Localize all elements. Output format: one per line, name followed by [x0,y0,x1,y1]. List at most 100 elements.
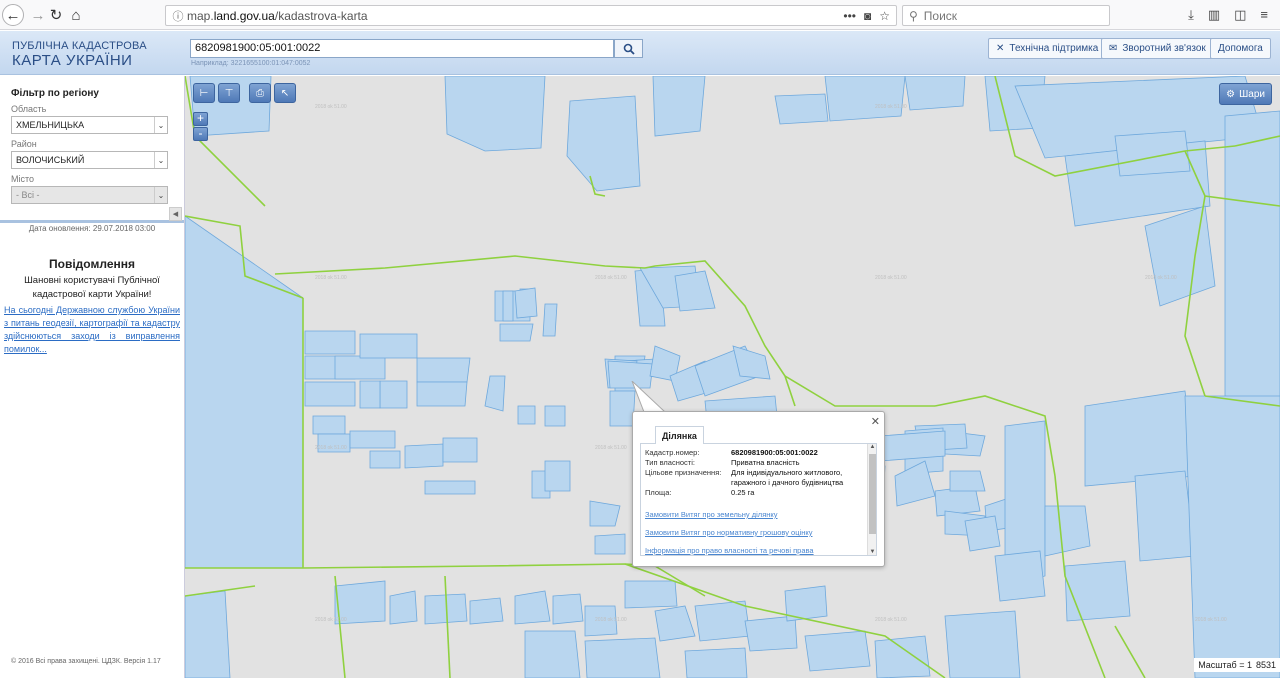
order-extract-link[interactable]: Замовити Витяг про земельну ділянку [641,510,876,519]
menu-icon[interactable]: ≡ [1260,7,1268,23]
field-value: 6820981900:05:001:0022 [731,448,818,457]
support-label: Технічна підтримка [1009,43,1099,54]
scale-label: Масштаб = 1 [1198,660,1252,670]
cadastral-search-input[interactable]: 6820981900:05:001:0022 [190,39,614,58]
help-button[interactable]: Допомога [1210,38,1271,59]
ownership-info-link[interactable]: Інформація про право власності та речові… [641,546,876,555]
feedback-label: Зворотний зв'язок [1122,43,1206,54]
tools-icon: ✕ [996,43,1005,54]
search-icon [623,43,635,55]
search-hint: Наприклад: 3221655100:01:047:0052 [191,60,311,67]
collapse-left-icon[interactable]: ◀ [169,207,182,221]
site-logo[interactable]: ПУБЛІЧНА КАДАСТРОВА КАРТА УКРАЇНИ [12,40,147,69]
sidebar-icon[interactable]: ◫ [1234,7,1246,23]
notice-link[interactable]: На сьогодні Державною службою України з … [4,304,180,356]
scroll-thumb[interactable] [869,454,876,534]
svg-text:2018 ok 51.00: 2018 ok 51.00 [315,445,347,451]
field-label: Кадастр.номер: [645,448,700,457]
svg-text:2018 ok 51.00: 2018 ok 51.00 [1145,275,1177,281]
identify-cursor-icon[interactable]: ↖ [274,83,296,103]
update-date: Дата оновлення: 29.07.2018 03:00 [28,224,156,233]
scroll-down-icon[interactable]: ▼ [868,549,876,555]
scale-value: 8531 [1255,660,1276,670]
back-arrow-icon[interactable]: ← [2,4,24,26]
support-button[interactable]: ✕ Технічна підтримка [988,38,1107,59]
app-header: ПУБЛІЧНА КАДАСТРОВА КАРТА УКРАЇНИ 682098… [0,31,1280,75]
svg-text:2018 ok 51.00: 2018 ok 51.00 [875,617,907,623]
address-bar[interactable]: ⓘ map.land.gov.ua/kadastrova-karta ••• ◙… [165,5,897,26]
print-icon[interactable]: ⎙ [249,83,271,103]
svg-text:2018 ok 51.00: 2018 ok 51.00 [595,617,627,623]
measure-distance-icon[interactable]: ⊢ [193,83,215,103]
city-label: Місто [11,174,35,184]
browser-search-input[interactable]: ⚲ Поиск [902,5,1110,26]
svg-text:2018 ok 51.00: 2018 ok 51.00 [875,104,907,110]
popup-pointer [631,381,667,413]
browser-toolbar: ← → ↻ ⌂ ⓘ map.land.gov.ua/kadastrova-kar… [0,0,1280,30]
svg-text:2018 ok 51.00: 2018 ok 51.00 [595,275,627,281]
info-icon[interactable]: ⓘ [169,8,187,24]
row-purpose: Цільове призначення: Для індивідуального… [641,468,876,488]
copyright: © 2016 Всі права захищені. ЦДЗК. Версія … [11,658,161,665]
more-icon[interactable]: ••• [843,9,856,23]
download-icon[interactable]: ⤓ [1188,7,1194,23]
field-value: Приватна власність [731,458,800,467]
svg-text:2018 ok 51.00: 2018 ok 51.00 [595,445,627,451]
map-scale: Масштаб = 1 8531 [1194,658,1280,672]
region-value: ХМЕЛЬНИЦЬКА [16,120,85,130]
city-select[interactable]: - Всі - ⌄ [11,186,168,204]
row-area: Площа: 0.25 га [641,488,876,498]
map-canvas[interactable]: 2018 ok 51.00 2018 ok 51.00 2018 ok 51.0… [185,76,1280,678]
zoom-in-button[interactable]: + [193,112,208,126]
field-label: Площа: [645,488,672,497]
close-icon[interactable]: ✕ [871,415,880,428]
reload-icon[interactable]: ↻ [45,4,67,26]
notice-text: Шановні користувачі Публічної кадастрово… [24,275,160,300]
region-label: Область [11,104,47,114]
pocket-icon[interactable]: ◙ [864,9,871,23]
chevron-down-icon: ⌄ [154,152,167,168]
home-icon[interactable]: ⌂ [65,4,87,26]
svg-text:2018 ok 51.00: 2018 ok 51.00 [315,104,347,110]
svg-text:2018 ok 51.00: 2018 ok 51.00 [1195,617,1227,623]
map-base-layer: 2018 ok 51.00 2018 ok 51.00 2018 ok 51.0… [185,76,1280,678]
logo-line-2: КАРТА УКРАЇНИ [12,52,133,69]
row-ownership-type: Тип власності: Приватна власність [641,458,876,468]
field-value: Для індивідуального житлового, гаражного… [731,468,844,487]
popup-content: Кадастр.номер: 6820981900:05:001:0022 Ти… [640,443,877,556]
filter-title: Фільтр по регіону [11,88,99,99]
layers-label: Шари [1239,88,1265,100]
svg-text:2018 ok 51.00: 2018 ok 51.00 [315,275,347,281]
row-cadastral-number: Кадастр.номер: 6820981900:05:001:0022 [641,448,876,458]
region-filter: Фільтр по регіону Область ХМЕЛЬНИЦЬКА ⌄ … [0,76,184,222]
sidebar: Фільтр по регіону Область ХМЕЛЬНИЦЬКА ⌄ … [0,76,185,678]
feedback-button[interactable]: ✉ Зворотний зв'язок [1101,38,1214,59]
popup-scrollbar[interactable]: ▲ ▼ [867,444,876,555]
help-label: Допомога [1218,43,1263,54]
library-icon[interactable]: ▥ [1208,7,1220,23]
search-button[interactable] [614,39,643,58]
scroll-up-icon[interactable]: ▲ [868,444,876,450]
search-icon: ⚲ [909,8,918,23]
tab-parcel[interactable]: Ділянка [655,426,704,444]
bookmark-star-icon[interactable]: ☆ [879,9,890,23]
city-value: - Всі - [16,190,40,200]
field-label: Тип власності: [645,458,695,467]
chevron-down-icon: ⌄ [154,117,167,133]
district-select[interactable]: ВОЛОЧИСЬКИЙ ⌄ [11,151,168,169]
notice-title: Повідомлення [49,257,135,271]
measure-area-icon[interactable]: ⊤ [218,83,240,103]
zoom-controls: + - [193,112,208,142]
url-text: map.land.gov.ua/kadastrova-karta [187,8,368,23]
parcel-popup: ✕ Ділянка Кадастр.номер: 6820981900:05:0… [632,411,885,567]
region-select[interactable]: ХМЕЛЬНИЦЬКА ⌄ [11,116,168,134]
layers-button[interactable]: ⚙ Шари [1219,83,1272,105]
sidebar-collapse-bar: ◀ [0,205,184,223]
zoom-out-button[interactable]: - [193,127,208,141]
district-value: ВОЛОЧИСЬКИЙ [16,155,85,165]
logo-line-1: ПУБЛІЧНА КАДАСТРОВА [12,40,147,52]
order-valuation-link[interactable]: Замовити Витяг про нормативну грошову оц… [641,528,876,537]
svg-text:2018 ok 51.00: 2018 ok 51.00 [875,275,907,281]
map-toolbar: ⊢ ⊤ ⎙ ↖ [193,83,296,103]
district-label: Район [11,139,37,149]
